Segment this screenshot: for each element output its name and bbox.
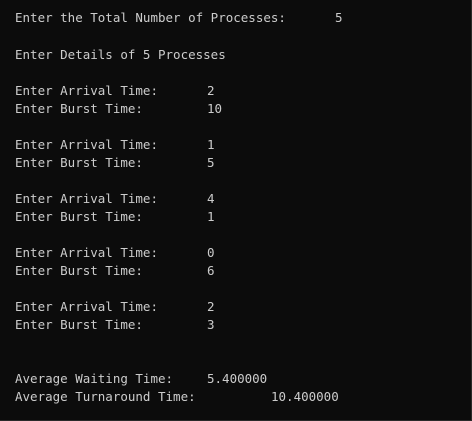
arrival-time-value: 2 <box>207 83 215 98</box>
burst-time-value: 10 <box>207 101 223 116</box>
avg-waiting-label: Average Waiting Time: <box>15 371 174 386</box>
arrival-time-value: 2 <box>207 299 215 314</box>
arrival-time-prompt: Enter Arrival Time: <box>15 191 158 206</box>
total-processes-value: 5 <box>335 10 343 25</box>
arrival-time-value: 4 <box>207 191 215 206</box>
burst-time-prompt: Enter Burst Time: <box>15 101 143 116</box>
arrival-time-prompt: Enter Arrival Time: <box>15 245 158 260</box>
arrival-time-prompt: Enter Arrival Time: <box>15 83 158 98</box>
burst-time-value: 5 <box>207 155 215 170</box>
avg-turnaround-label: Average Turnaround Time: <box>15 389 196 404</box>
avg-turnaround-value: 10.400000 <box>271 389 339 404</box>
burst-time-prompt: Enter Burst Time: <box>15 317 143 332</box>
details-heading: Enter Details of 5 Processes <box>15 47 226 62</box>
console-window: Enter the Total Number of Processes: 5 E… <box>0 0 472 421</box>
arrival-time-prompt: Enter Arrival Time: <box>15 137 158 152</box>
burst-time-prompt: Enter Burst Time: <box>15 263 143 278</box>
avg-waiting-value: 5.400000 <box>207 371 268 386</box>
burst-time-value: 1 <box>207 209 215 224</box>
total-processes-prompt: Enter the Total Number of Processes: <box>15 10 286 25</box>
arrival-time-value: 1 <box>207 137 215 152</box>
arrival-time-prompt: Enter Arrival Time: <box>15 299 158 314</box>
burst-time-prompt: Enter Burst Time: <box>15 209 143 224</box>
burst-time-prompt: Enter Burst Time: <box>15 155 143 170</box>
arrival-time-value: 0 <box>207 245 215 260</box>
burst-time-value: 3 <box>207 317 215 332</box>
burst-time-value: 6 <box>207 263 215 278</box>
